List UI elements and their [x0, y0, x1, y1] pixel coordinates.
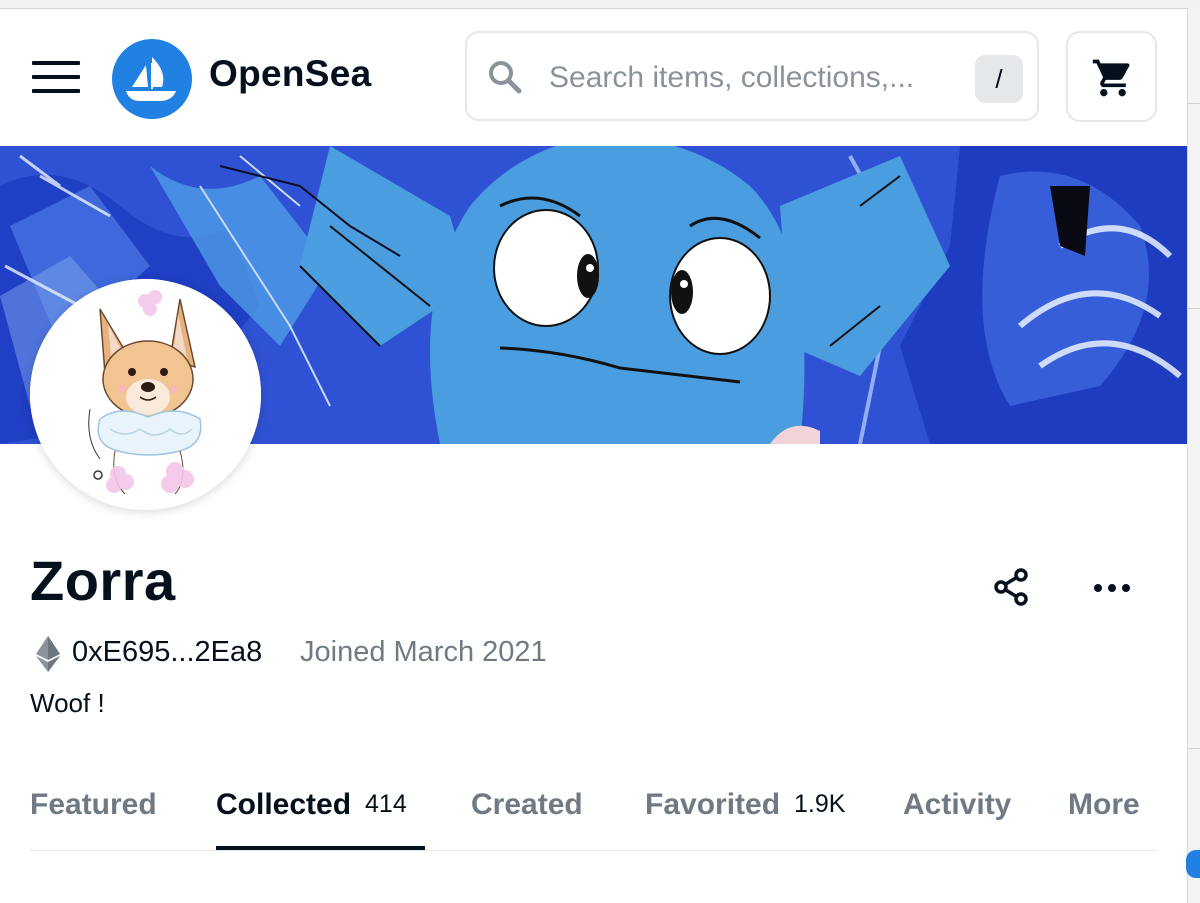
tab-collected[interactable]: Collected 414	[216, 788, 407, 822]
search-input[interactable]	[547, 55, 961, 101]
tab-label: Activity	[903, 788, 1012, 821]
opensea-logo-icon[interactable]	[112, 39, 192, 119]
browser-side-panel	[1186, 8, 1200, 903]
wallet-address[interactable]: 0xE695...2Ea8	[72, 636, 262, 669]
tab-activity[interactable]: Activity	[903, 788, 1011, 822]
tab-label: More	[1068, 788, 1140, 821]
ethereum-icon	[36, 636, 60, 672]
browser-top-strip	[0, 0, 1200, 9]
tab-label: Collected	[216, 788, 352, 821]
profile-bio: Woof !	[30, 688, 105, 718]
search-icon	[489, 61, 522, 94]
tab-label: Featured	[30, 788, 157, 821]
menu-icon[interactable]	[32, 61, 80, 95]
brand-name[interactable]: OpenSea	[209, 53, 372, 95]
tab-label: Created	[471, 788, 583, 821]
cart-icon	[1092, 59, 1130, 97]
tab-label: Favorited	[645, 788, 781, 821]
search-shortcut-key: /	[975, 55, 1023, 103]
profile-name: Zorra	[30, 549, 176, 612]
search-bar[interactable]: /	[465, 31, 1039, 121]
share-icon[interactable]	[990, 566, 1032, 608]
more-icon[interactable]	[1090, 570, 1134, 606]
profile-tabs: Featured Collected 414 Created Favorited 1…	[30, 780, 1157, 851]
side-panel-indicator	[1186, 850, 1200, 878]
tab-count: 1.9K	[794, 790, 846, 818]
tab-featured[interactable]: Featured	[30, 788, 157, 822]
cart-button[interactable]	[1066, 31, 1157, 122]
joined-date: Joined March 2021	[300, 636, 547, 668]
tab-more[interactable]: More	[1068, 788, 1140, 822]
active-tab-indicator	[216, 846, 425, 850]
tab-created[interactable]: Created	[471, 788, 583, 822]
tab-count: 414	[365, 790, 407, 818]
profile-avatar[interactable]	[30, 279, 261, 510]
site-header: OpenSea /	[0, 9, 1187, 145]
tab-favorited[interactable]: Favorited 1.9K	[645, 788, 845, 822]
